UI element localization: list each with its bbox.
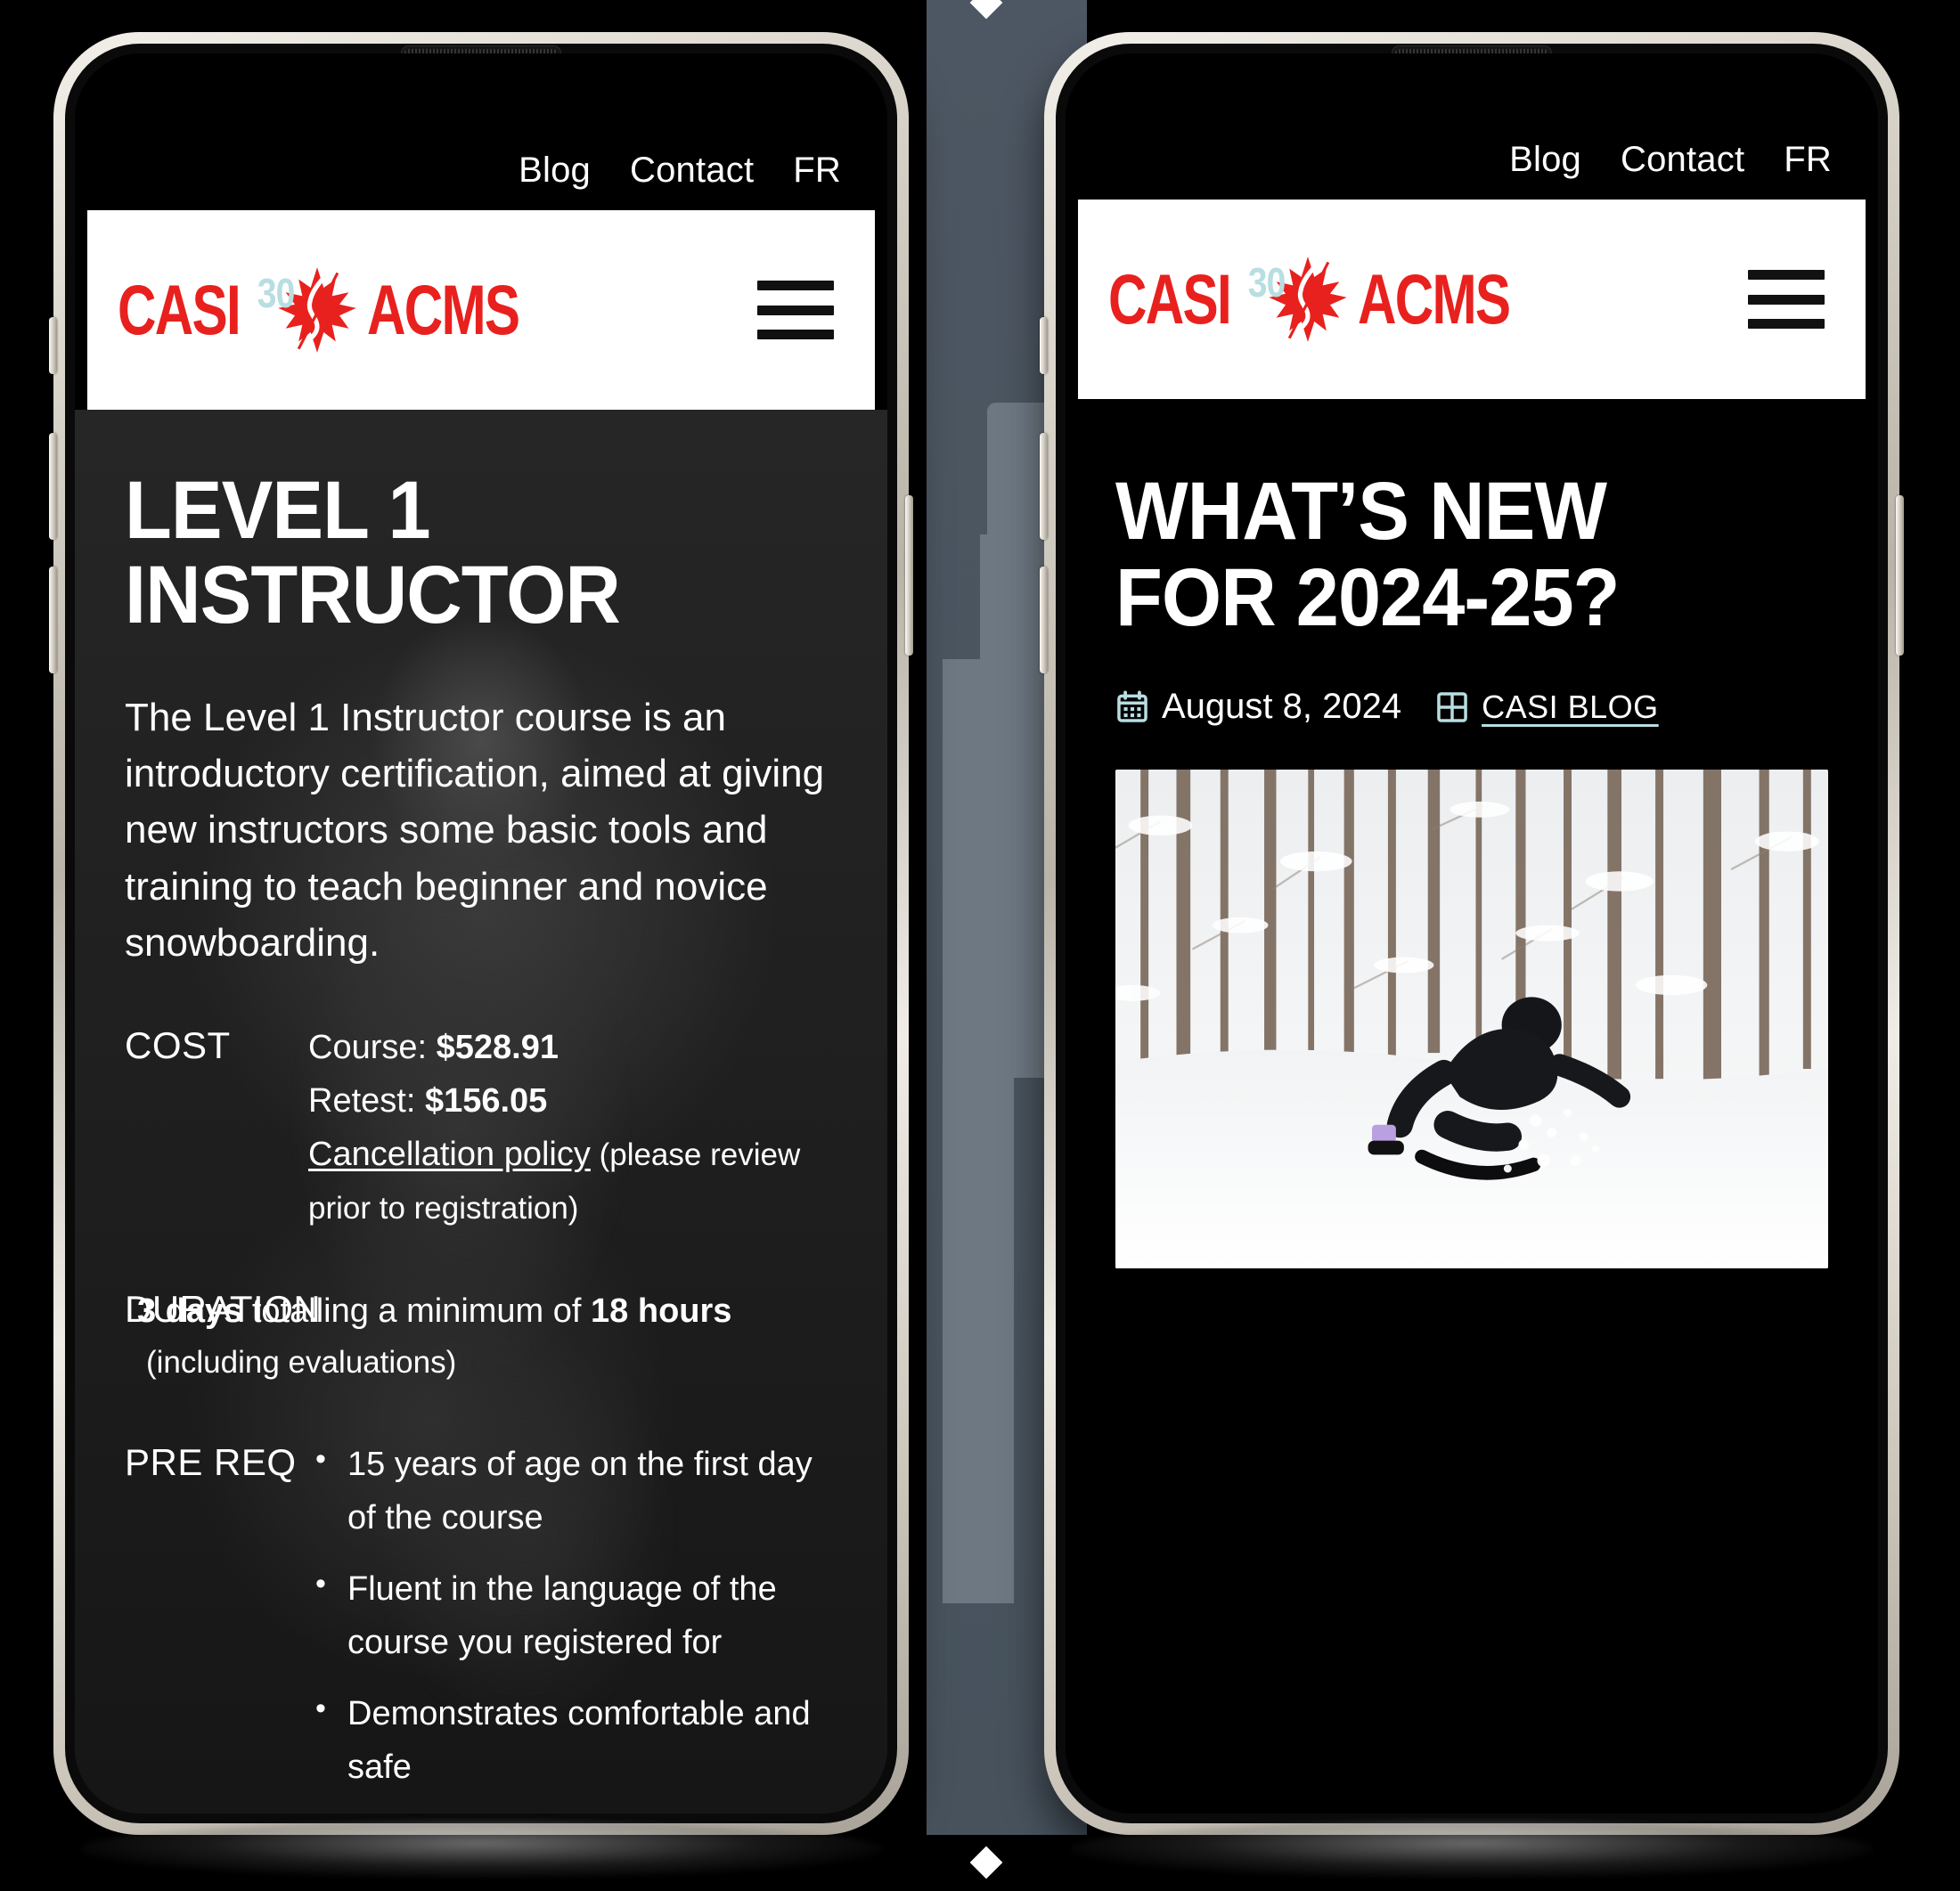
logo-text-acms: ACMS (1358, 260, 1511, 338)
list-item: Fluent in the language of the course you… (308, 1561, 837, 1669)
volume-up-right[interactable] (1040, 433, 1048, 540)
phone-mockup-right: Blog Contact FR CASI 30 ACMS WHAT’S NEW … (1040, 32, 1904, 1835)
nav-link-blog[interactable]: Blog (519, 151, 591, 191)
cost-course-prefix: Course: (308, 1029, 437, 1067)
cancellation-policy-link[interactable]: Cancellation policy (308, 1136, 591, 1173)
list-item: 15 years of age on the first day of the … (308, 1436, 837, 1545)
blog-post-body: WHAT’S NEW FOR 2024-25? August 8, 2024 C… (1066, 399, 1878, 1814)
post-date: August 8, 2024 (1162, 687, 1402, 727)
nav-link-fr[interactable]: FR (793, 151, 841, 191)
cost-retest-price: $156.05 (424, 1082, 548, 1121)
logo-text-casi: CASI (118, 271, 241, 349)
hamburger-menu-icon-right[interactable] (1748, 270, 1825, 329)
top-navigation-left: Blog Contact FR (75, 53, 887, 210)
phone-bezel-left: Blog Contact FR CASI 30 ACMS LEVEL 1 INS… (65, 44, 897, 1823)
logo-text-casi: CASI (1108, 260, 1232, 338)
logo-bar-right: CASI 30 ACMS (1078, 200, 1866, 399)
background-notch-4 (943, 1051, 1014, 1603)
power-button-left[interactable] (905, 495, 913, 656)
spec-value-duration: 3 days totalling a minimum of 18 hours (… (137, 1284, 837, 1387)
post-meta: August 8, 2024 CASI BLOG (1115, 687, 1828, 727)
duration-mid: totalling a minimum of (242, 1292, 592, 1331)
cancellation-policy-line: Cancellation policy (please review prior… (308, 1128, 837, 1235)
list-item: Demonstrates comfortable and safe (308, 1685, 837, 1794)
volume-up-left[interactable] (49, 433, 57, 540)
post-hero-image (1115, 770, 1828, 1269)
cost-course-price: $528.91 (436, 1029, 559, 1067)
spec-row-prereq: PRE REQ 15 years of age on the first day… (125, 1436, 837, 1812)
volume-down-right[interactable] (1040, 566, 1048, 673)
page-title: LEVEL 1 INSTRUCTOR (125, 465, 621, 640)
phone-reflection-right (1071, 1821, 1873, 1878)
duration-hours: 18 hours (591, 1292, 732, 1331)
spec-label-cost: COST (125, 1024, 231, 1067)
course-page-body: LEVEL 1 INSTRUCTOR The Level 1 Instructo… (75, 410, 887, 1814)
nav-link-blog[interactable]: Blog (1509, 140, 1581, 180)
duration-note: (including evaluations) (146, 1345, 457, 1381)
blog-post-content: WHAT’S NEW FOR 2024-25? August 8, 2024 C… (1066, 399, 1878, 1269)
silent-switch-right[interactable] (1040, 317, 1048, 374)
background-notch-3 (943, 659, 1057, 1078)
post-category-link[interactable]: CASI BLOG (1482, 689, 1659, 726)
hamburger-menu-icon-left[interactable] (757, 281, 834, 339)
spec-value-prereq: 15 years of age on the first day of the … (308, 1436, 837, 1812)
phone-screen-left: Blog Contact FR CASI 30 ACMS LEVEL 1 INS… (75, 53, 887, 1814)
phone-reflection-left (80, 1821, 882, 1878)
course-description: The Level 1 Instructor course is an intr… (125, 695, 825, 965)
casi-acms-logo-left[interactable]: CASI 30 ACMS (118, 265, 544, 355)
screenshot-stage: Blog Contact FR CASI 30 ACMS LEVEL 1 INS… (0, 0, 1960, 1891)
phone-mockup-left: Blog Contact FR CASI 30 ACMS LEVEL 1 INS… (49, 32, 913, 1835)
nav-link-contact[interactable]: Contact (1621, 140, 1744, 180)
cost-retest-line: Retest: $156.05 (308, 1074, 837, 1128)
cost-course-line: Course: $528.91 (308, 1021, 837, 1074)
logo-text-acms: ACMS (367, 271, 520, 349)
spec-label-prereq: PRE REQ (125, 1440, 297, 1483)
silent-switch-left[interactable] (49, 317, 57, 374)
casi-acms-logo-right[interactable]: CASI 30 ACMS (1108, 255, 1535, 344)
top-navigation-right: Blog Contact FR (1066, 53, 1878, 200)
course-content: LEVEL 1 INSTRUCTOR The Level 1 Instructo… (75, 410, 887, 1812)
power-button-right[interactable] (1896, 495, 1904, 656)
logo-anniversary-30: 30 (257, 270, 296, 316)
calendar-icon (1117, 690, 1147, 722)
logo-bar-left: CASI 30 ACMS (87, 210, 875, 410)
cost-retest-prefix: Retest: (308, 1082, 425, 1121)
prereq-list: 15 years of age on the first day of the … (308, 1436, 837, 1794)
volume-down-left[interactable] (49, 566, 57, 673)
spec-label-duration: DURATION (125, 1288, 322, 1331)
grid-category-icon (1437, 691, 1467, 722)
duration-days: 3 days (137, 1292, 243, 1331)
spec-value-cost: Course: $528.91 Retest: $156.05 Cancella… (308, 1021, 837, 1235)
post-title: WHAT’S NEW FOR 2024-25? (1115, 466, 1620, 643)
duration-line: 3 days totalling a minimum of 18 hours (137, 1284, 837, 1338)
phone-bezel-right: Blog Contact FR CASI 30 ACMS WHAT’S NEW … (1056, 44, 1888, 1823)
spec-row-duration: DURATION 3 days totalling a minimum of 1… (125, 1284, 837, 1387)
spec-row-cost: COST Course: $528.91 Retest: $156.05 Can… (125, 1021, 837, 1235)
phone-screen-right: Blog Contact FR CASI 30 ACMS WHAT’S NEW … (1066, 53, 1878, 1814)
logo-anniversary-30: 30 (1247, 259, 1286, 306)
nav-link-fr[interactable]: FR (1784, 140, 1832, 180)
nav-link-contact[interactable]: Contact (630, 151, 754, 191)
background-diamond-bottom (969, 1846, 1003, 1879)
